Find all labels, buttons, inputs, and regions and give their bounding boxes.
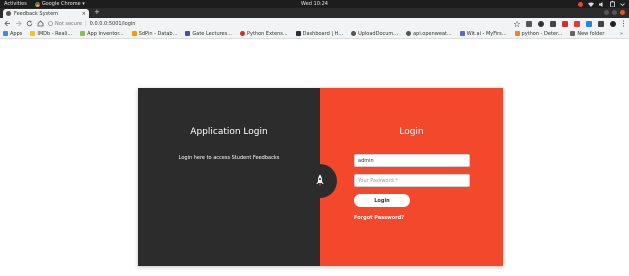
bookmark-icon xyxy=(240,31,246,36)
clock[interactable]: Wed 10:24 xyxy=(301,1,328,7)
bookmark-label: IMDb - Reali... xyxy=(37,30,73,37)
extension-icon[interactable] xyxy=(586,20,592,27)
bookmarks-more-button[interactable]: » xyxy=(620,31,623,37)
reload-icon[interactable] xyxy=(26,20,33,27)
username-input[interactable] xyxy=(354,154,470,167)
rocket-icon xyxy=(316,174,324,187)
browser-toolbar: Not secure | 0.0.0.0:5001/login xyxy=(0,18,629,29)
notification-icon[interactable] xyxy=(578,1,583,7)
bookmark-icon xyxy=(514,31,520,36)
home-icon[interactable] xyxy=(37,20,44,27)
bookmark-item[interactable]: New folder xyxy=(570,31,604,37)
extension-icon[interactable] xyxy=(538,20,544,27)
login-card: Application Login Login here to access S… xyxy=(138,88,503,266)
password-input[interactable] xyxy=(354,174,470,187)
login-button[interactable]: Login xyxy=(354,194,410,207)
bookmark-item[interactable]: App Inventor... xyxy=(80,31,124,37)
bookmark-label: python - Deter... xyxy=(521,30,563,37)
bookmark-item[interactable]: Wit.ai - MyFirs... xyxy=(459,30,507,37)
toolbar-right xyxy=(514,20,625,27)
bookmark-label: api.openweat... xyxy=(413,30,452,37)
bookmark-icon xyxy=(30,31,36,36)
bookmark-label: Dashboard | H... xyxy=(302,30,344,37)
battery-icon xyxy=(610,1,615,7)
apps-grid-icon xyxy=(3,31,8,36)
bookmark-icon xyxy=(295,31,301,36)
info-panel: Application Login Login here to access S… xyxy=(138,88,320,266)
login-heading: Login xyxy=(399,127,424,137)
extension-icon[interactable] xyxy=(550,20,556,27)
window-controls xyxy=(604,10,625,15)
system-top-bar: Activities Google Chrome ▾ Wed 10:24 xyxy=(0,0,629,8)
maximize-icon[interactable] xyxy=(612,10,617,15)
back-arrow-icon[interactable] xyxy=(4,20,11,27)
url-text[interactable]: 0.0.0.0:5001/login xyxy=(90,21,136,27)
avatar[interactable] xyxy=(610,20,616,27)
info-icon[interactable] xyxy=(48,21,53,26)
forward-arrow-icon[interactable] xyxy=(15,20,22,27)
bookmark-label: Python Extens... xyxy=(247,30,288,37)
bookmark-label: UploadDocum... xyxy=(358,30,399,37)
bookmark-item[interactable]: Gate Lectures... xyxy=(185,31,232,37)
chrome-icon xyxy=(34,1,40,7)
minimize-icon[interactable] xyxy=(604,10,609,15)
globe-icon xyxy=(351,31,357,36)
bookmark-label: Apps xyxy=(10,30,23,37)
menu-dots-icon[interactable] xyxy=(622,20,625,27)
window-close-icon[interactable] xyxy=(620,10,625,15)
extension-icon[interactable] xyxy=(562,20,568,27)
chevron-down-icon xyxy=(620,2,625,6)
bookmark-icon xyxy=(459,31,465,36)
new-tab-button[interactable]: + xyxy=(94,8,100,16)
bookmark-icon xyxy=(131,31,137,36)
bookmark-label: New folder xyxy=(577,30,605,37)
rocket-badge xyxy=(303,164,337,198)
security-status[interactable]: Not secure xyxy=(55,21,82,27)
bookmark-label: Wit.ai - MyFirs... xyxy=(466,30,507,37)
separator: | xyxy=(84,20,87,27)
globe-icon xyxy=(406,31,412,36)
bookmark-item[interactable]: UploadDocum... xyxy=(351,31,398,37)
bookmark-label: SdPin - Datab... xyxy=(138,30,178,37)
activities-button[interactable]: Activities xyxy=(4,1,27,7)
tab-feedback-system[interactable]: Feedback System × xyxy=(3,9,89,18)
address-bar[interactable]: Not secure | 0.0.0.0:5001/login xyxy=(48,20,135,28)
bookmark-item[interactable]: IMDb - Reali... xyxy=(30,31,72,37)
volume-icon xyxy=(599,1,603,7)
bookmarks-bar: Apps IMDb - Reali... App Inventor... SdP… xyxy=(0,29,629,39)
tab-close-icon[interactable]: × xyxy=(82,11,86,17)
app-login-heading: Application Login xyxy=(190,127,268,137)
bookmark-item[interactable]: Python Extens... xyxy=(240,31,288,37)
app-menu-label: Google Chrome ▾ xyxy=(41,1,85,7)
forgot-password-link[interactable]: Forgot Password? xyxy=(354,215,404,221)
globe-icon xyxy=(6,11,11,16)
folder-icon xyxy=(570,31,576,36)
extension-icon[interactable] xyxy=(574,20,580,27)
app-menu[interactable]: Google Chrome ▾ xyxy=(34,1,85,7)
extension-icon[interactable] xyxy=(526,20,532,27)
system-tray[interactable] xyxy=(578,1,625,7)
app-login-subtitle: Login here to access Student Feedbacks xyxy=(178,155,280,161)
bookmark-item[interactable]: Dashboard | H... xyxy=(295,30,344,37)
bookmark-label: Gate Lectures... xyxy=(192,30,233,37)
wifi-icon xyxy=(588,2,594,7)
tab-strip: Feedback System × + xyxy=(0,8,629,18)
bookmark-item[interactable]: python - Deter... xyxy=(514,30,563,37)
bookmark-icon xyxy=(185,31,191,36)
tab-title: Feedback System xyxy=(14,10,59,17)
star-icon[interactable] xyxy=(514,20,520,27)
bookmark-icon xyxy=(80,31,86,36)
bookmark-item[interactable]: Apps xyxy=(3,31,22,37)
bookmark-item[interactable]: SdPin - Datab... xyxy=(131,30,178,37)
bookmark-label: App Inventor... xyxy=(87,30,124,37)
puzzle-icon[interactable] xyxy=(598,20,604,27)
bookmark-item[interactable]: api.openweat... xyxy=(406,31,452,37)
